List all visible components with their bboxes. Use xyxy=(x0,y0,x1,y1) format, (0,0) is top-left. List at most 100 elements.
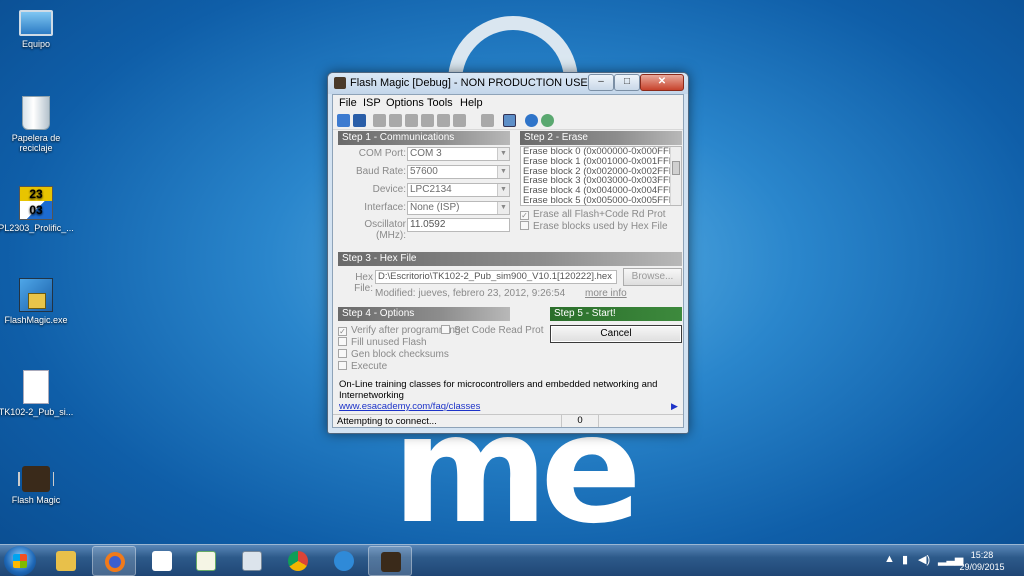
help-icon[interactable] xyxy=(525,114,538,127)
battery-icon[interactable]: ▮ xyxy=(902,553,908,566)
status-bar: Attempting to connect... 0 xyxy=(333,414,683,427)
firefox-icon xyxy=(105,552,125,572)
erase-block-list[interactable]: Erase block 0 (0x000000-0x000FFF) Erase … xyxy=(520,146,682,206)
editor-icon xyxy=(196,551,216,571)
checkbox-icon xyxy=(338,349,347,358)
explorer-icon xyxy=(56,551,76,571)
desktop-icon-tk102-file[interactable]: TK102-2_Pub_si... xyxy=(0,370,76,417)
taskbar-flashmagic[interactable] xyxy=(368,546,412,576)
clock-time: 15:28 xyxy=(970,550,994,560)
clock-date: 29/09/2015 xyxy=(959,562,1005,572)
checkbox-checked-icon: ✓ xyxy=(338,327,347,336)
checkbox-icon xyxy=(338,337,347,346)
execute-checkbox[interactable]: Execute xyxy=(338,361,387,372)
erase-hex-blocks-checkbox[interactable]: Erase blocks used by Hex File xyxy=(520,221,668,232)
play-icon[interactable]: ▶ xyxy=(671,401,678,412)
desktop-icon-flashmagic-exe[interactable]: FlashMagic.exe xyxy=(0,278,76,325)
flashmagic-icon xyxy=(381,552,401,572)
minimize-button[interactable]: – xyxy=(588,74,614,91)
desktop-icon-computer[interactable]: Equipo xyxy=(0,6,76,49)
go-icon[interactable] xyxy=(453,114,466,127)
training-info-text: On-Line training classes for microcontro… xyxy=(339,379,658,401)
device-label: Device: xyxy=(372,184,406,195)
chrome-icon xyxy=(288,551,308,571)
list-scrollbar[interactable] xyxy=(670,147,681,205)
taskbar-explorer[interactable] xyxy=(44,546,88,576)
flash-magic-window: Flash Magic [Debug] - NON PRODUCTION USE… xyxy=(327,72,689,434)
calendar-month: 03 xyxy=(20,201,52,219)
more-info-link[interactable]: more info xyxy=(585,288,627,299)
status-count: 0 xyxy=(561,415,599,427)
favorite-icon[interactable] xyxy=(481,114,494,127)
program-icon[interactable] xyxy=(437,114,450,127)
interface-select[interactable]: None (ISP) ▼ xyxy=(407,201,510,215)
erase-all-checkbox[interactable]: ✓ Erase all Flash+Code Rd Prot xyxy=(520,209,666,220)
title-bar[interactable]: Flash Magic [Debug] - NON PRODUCTION USE… xyxy=(328,73,688,94)
start-button[interactable] xyxy=(4,546,36,576)
menu-tools[interactable]: Tools xyxy=(427,97,453,109)
gen-checksums-checkbox[interactable]: Gen block checksums xyxy=(338,349,449,360)
chevron-down-icon: ▼ xyxy=(497,184,509,196)
checkbox-checked-icon: ✓ xyxy=(520,211,529,220)
taskbar-ie[interactable] xyxy=(322,546,366,576)
step2-header: Step 2 - Erase xyxy=(520,131,682,145)
clock[interactable]: 15:28 29/09/2015 xyxy=(950,549,1014,573)
desktop-icon-recycle-bin[interactable]: Papelera de reciclaje xyxy=(0,96,76,153)
menu-file[interactable]: File xyxy=(339,97,357,109)
desktop-icon-label: TK102-2_Pub_si... xyxy=(0,407,74,417)
baud-rate-select[interactable]: 57600 ▼ xyxy=(407,165,510,179)
com-port-value: COM 3 xyxy=(410,148,442,159)
file-icon xyxy=(23,370,49,404)
taskbar-chrome[interactable] xyxy=(276,546,320,576)
window-client: File ISP Options Tools Help Step 1 - Com… xyxy=(332,94,684,428)
menu-isp[interactable]: ISP xyxy=(363,97,381,109)
blank-check-icon[interactable] xyxy=(389,114,402,127)
modified-text: Modified: jueves, febrero 23, 2012, 9:26… xyxy=(375,288,566,299)
browse-button[interactable]: Browse... xyxy=(623,268,682,286)
users-icon[interactable] xyxy=(541,114,554,127)
desktop-icon-label: Papelera de reciclaje xyxy=(11,133,61,153)
hex-file-label: Hex File: xyxy=(354,272,373,294)
volume-icon[interactable]: ◀) xyxy=(918,553,930,566)
terminal-icon[interactable] xyxy=(503,114,516,127)
calendar-day: 23 xyxy=(20,187,52,201)
menu-bar: File ISP Options Tools Help xyxy=(333,95,683,112)
desktop-icon-flash-magic[interactable]: Flash Magic xyxy=(0,462,76,505)
code-read-prot-checkbox[interactable]: Set Code Read Prot xyxy=(441,325,544,336)
ie-icon xyxy=(334,551,354,571)
com-port-label: COM Port: xyxy=(358,148,406,159)
taskbar-calculator[interactable] xyxy=(230,546,274,576)
code-read-label: Set Code Read Prot xyxy=(454,325,544,336)
hex-file-input[interactable]: D:\Escritorio\TK102-2_Pub_sim900_V10.1[1… xyxy=(375,270,617,284)
desktop-icon-label: Flash Magic xyxy=(11,495,61,505)
open-icon[interactable] xyxy=(337,114,350,127)
menu-options[interactable]: Options xyxy=(386,97,424,109)
taskbar-dropbox[interactable] xyxy=(140,546,184,576)
scroll-thumb[interactable] xyxy=(672,161,680,175)
chevron-down-icon: ▼ xyxy=(497,148,509,160)
erase-icon[interactable] xyxy=(405,114,418,127)
desktop-icon-pl2303[interactable]: 23 03 PL2303_Prolific_... xyxy=(0,186,76,233)
interface-value: None (ISP) xyxy=(410,202,460,213)
search-icon[interactable] xyxy=(373,114,386,127)
list-item[interactable]: Erase block 5 (0x005000-0x005FFF) xyxy=(521,196,681,205)
close-button[interactable]: ✕ xyxy=(640,74,684,91)
window-title: Flash Magic [Debug] - NON PRODUCTION USE… xyxy=(350,77,620,89)
step4-header: Step 4 - Options xyxy=(338,307,510,321)
maximize-button[interactable]: □ xyxy=(614,74,640,91)
fill-unused-checkbox[interactable]: Fill unused Flash xyxy=(338,337,427,348)
show-hidden-icons[interactable]: ▲ xyxy=(884,553,895,565)
menu-help[interactable]: Help xyxy=(460,97,483,109)
training-link[interactable]: www.esacademy.com/faq/classes xyxy=(339,401,480,412)
oscillator-input[interactable]: 11.0592 xyxy=(407,218,510,232)
checkbox-icon xyxy=(520,221,529,230)
calendar-icon: 23 03 xyxy=(19,186,53,220)
save-icon[interactable] xyxy=(353,114,366,127)
device-select[interactable]: LPC2134 ▼ xyxy=(407,183,510,197)
verify-icon[interactable] xyxy=(421,114,434,127)
com-port-select[interactable]: COM 3 ▼ xyxy=(407,147,510,161)
taskbar-firefox[interactable] xyxy=(92,546,136,576)
taskbar-editor[interactable] xyxy=(184,546,228,576)
cancel-button[interactable]: Cancel xyxy=(550,325,682,343)
step3-header: Step 3 - Hex File xyxy=(338,252,682,266)
